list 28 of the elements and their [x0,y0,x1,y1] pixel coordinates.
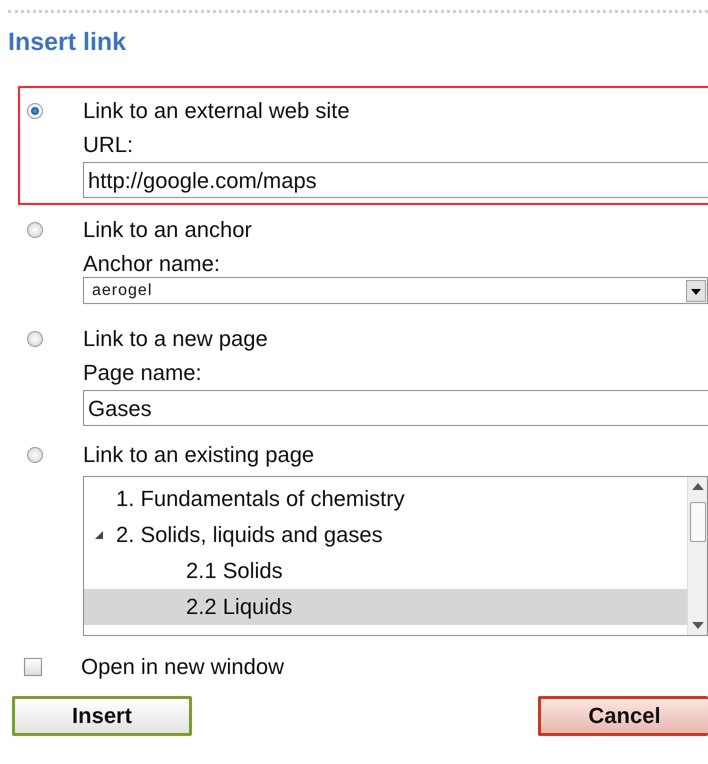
tree-item[interactable]: 2.2 Liquids [84,589,687,625]
radio-button[interactable] [27,331,43,347]
tree-item[interactable]: 2.1 Solids [84,553,687,589]
input-field[interactable]: Gases [83,390,708,426]
insert-button[interactable]: Insert [12,696,192,736]
radio-button[interactable] [27,222,43,238]
field-label: Anchor name: [83,250,220,278]
checkbox[interactable] [24,658,42,676]
triangle-down-icon[interactable] [94,530,104,540]
option-label: Link to an anchor [83,217,252,243]
dialog-title: Insert link [8,27,128,58]
option-label: Link to a new page [83,326,268,352]
cancel-button[interactable]: Cancel [538,696,708,736]
field-label: URL: [83,131,134,159]
tree-item[interactable]: 2. Solids, liquids and gases [84,517,687,553]
scrollbar[interactable] [687,477,707,635]
scroll-down-icon[interactable] [692,622,704,629]
scroll-thumb[interactable] [690,502,706,542]
radio-button[interactable] [27,103,43,119]
option-label: Link to an existing page [83,442,314,468]
field-label: Page name: [83,359,202,387]
radio-button[interactable] [27,447,43,463]
anchor-dropdown[interactable]: aerogel [83,277,708,304]
checkbox-label: Open in new window [81,654,284,680]
option-label: Link to an external web site [83,98,350,124]
input-field[interactable]: http://google.com/maps [83,162,708,198]
tree-item[interactable]: 1. Fundamentals of chemistry [84,481,687,517]
scroll-up-icon[interactable] [692,483,704,490]
